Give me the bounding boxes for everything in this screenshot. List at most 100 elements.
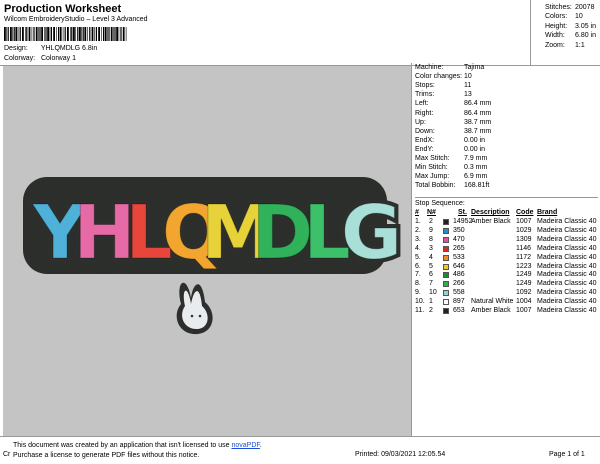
machine-row: Machine: Tajima xyxy=(415,63,484,72)
left-row: Left: 86.4 mm xyxy=(415,99,491,108)
barcode-bar xyxy=(101,27,102,41)
barcode-bar xyxy=(64,27,66,41)
row-code: 1004 xyxy=(516,298,532,306)
barcode-bar xyxy=(7,27,9,41)
stat-value: 6.80 in xyxy=(575,32,597,40)
row-needle: 2 xyxy=(429,307,433,314)
thread-color-swatch xyxy=(443,281,449,288)
license-notice: This document was created by an applicat… xyxy=(13,441,295,463)
row-stitches: 486 xyxy=(453,271,465,279)
barcode-bar xyxy=(125,27,127,41)
barcode-bar xyxy=(70,27,71,41)
info-label: Left: xyxy=(415,100,429,108)
barcode-bar xyxy=(12,27,13,41)
barcode-bar xyxy=(120,27,122,41)
barcode-bar xyxy=(84,27,87,41)
info-value: 168.81ft xyxy=(464,182,490,190)
row-code: 1249 xyxy=(516,280,532,288)
thread-color-swatch xyxy=(443,263,449,270)
thread-color-swatch xyxy=(443,299,449,306)
stat-label: Colors: xyxy=(545,13,568,21)
barcode-bar xyxy=(44,27,45,41)
barcode-bar xyxy=(22,27,24,41)
info-value: 6.9 mm xyxy=(464,173,488,181)
stat-label: Zoom: xyxy=(545,41,565,49)
barcode-bar xyxy=(107,27,108,41)
row-stitches: 266 xyxy=(453,280,465,288)
row-brand: Madeira Classic 40 xyxy=(537,289,597,297)
row-stop: 4. xyxy=(415,244,421,252)
row-brand: Madeira Classic 40 xyxy=(537,226,597,234)
barcode-bar xyxy=(62,27,64,41)
barcode-bar xyxy=(41,27,43,41)
barcode-bar xyxy=(10,27,12,41)
notice-period: . xyxy=(259,442,262,449)
color-changes-row: Color changes: 10 xyxy=(415,72,472,81)
col-code: Code xyxy=(516,209,534,216)
row-stitches: 897 xyxy=(453,298,465,306)
info-label: EndY: xyxy=(415,145,434,153)
row-needle: 9 xyxy=(429,226,433,234)
barcode-bar xyxy=(6,27,7,41)
row-stop: 8. xyxy=(415,280,421,288)
col-brand: Brand xyxy=(537,209,558,216)
info-value: 13 xyxy=(464,91,472,99)
max-jump-row: Max Jump: 6.9 mm xyxy=(415,172,487,181)
barcode-bar xyxy=(89,27,91,41)
barcode-bar xyxy=(58,27,60,41)
info-label: Trims: xyxy=(415,91,435,99)
thread-color-swatch xyxy=(443,245,449,252)
barcode-bar xyxy=(71,27,73,41)
row-description: Natural White xyxy=(471,298,514,306)
row-code: 1029 xyxy=(516,226,532,234)
info-value: Tajima xyxy=(464,64,485,71)
thread-color-swatch xyxy=(443,219,449,225)
endx-row: EndX: 0.00 in xyxy=(415,136,485,145)
row-needle: 5 xyxy=(429,262,433,270)
design-letters: YHLQMDLGYHLQMDLG xyxy=(28,186,406,280)
design-value: YHLQMDLG 6.8in xyxy=(40,45,98,52)
row-needle: 4 xyxy=(429,253,433,261)
barcode-bar xyxy=(114,27,116,41)
stat-value: 1:1 xyxy=(575,41,585,49)
row-brand: Madeira Classic 40 xyxy=(537,262,597,270)
novapdf-link[interactable]: novaPDF xyxy=(231,442,259,449)
row-brand: Madeira Classic 40 xyxy=(537,235,597,243)
info-label: Total Bobbin: xyxy=(415,182,456,190)
stat-label: Stitches: xyxy=(545,4,572,11)
row-stitches: 14952 xyxy=(453,218,473,225)
barcode-bar xyxy=(122,27,125,41)
stat-height: Height: 3.05 in xyxy=(545,22,600,31)
barcode-bar xyxy=(87,27,88,41)
row-stop: 2. xyxy=(415,226,421,234)
row-needle: 7 xyxy=(429,280,433,288)
stat-label: Height: xyxy=(545,22,568,30)
row-stop: 1. xyxy=(415,218,421,225)
printed-timestamp: Printed: 09/03/2021 12:05.54 xyxy=(355,451,446,458)
row-stop: 10. xyxy=(415,298,425,306)
row-stitches: 646 xyxy=(453,262,465,270)
stat-value: 20078 xyxy=(575,4,595,11)
thread-color-swatch xyxy=(443,272,449,279)
row-stitches: 470 xyxy=(453,235,465,243)
info-label: Up: xyxy=(415,118,426,126)
page-footer: Cr This document was created by an appli… xyxy=(0,436,600,464)
info-label: Down: xyxy=(415,127,435,135)
barcode-bar xyxy=(82,27,84,41)
info-value: 86.4 mm xyxy=(464,100,492,108)
row-code: 1007 xyxy=(516,307,532,314)
barcode-bar xyxy=(98,27,100,41)
info-value: 38.7 mm xyxy=(464,118,492,126)
page-number: Page 1 of 1 xyxy=(549,451,585,458)
row-stop: 3. xyxy=(415,235,421,243)
row-code: 1092 xyxy=(516,289,532,297)
stat-label: Width: xyxy=(545,32,565,40)
barcode-bar xyxy=(28,27,31,41)
row-code: 1309 xyxy=(516,235,532,243)
row-stop: 6. xyxy=(415,262,421,270)
row-stop: 5. xyxy=(415,253,421,261)
row-needle: 2 xyxy=(429,218,433,225)
max-stitch-row: Max Stitch: 7.9 mm xyxy=(415,154,487,163)
row-stitches: 653 xyxy=(453,307,465,314)
col-stop: # xyxy=(415,209,419,216)
